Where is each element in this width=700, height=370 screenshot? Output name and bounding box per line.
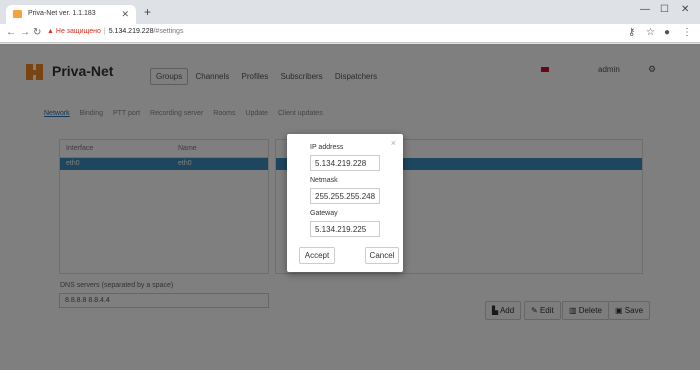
address-bar: ← → ↻ ▲ Не защищено | 5.134.219.228/#setti… xyxy=(0,24,700,43)
url-path: /#settings xyxy=(153,28,184,35)
ip-address-input[interactable]: 5.134.219.228 xyxy=(310,155,380,171)
back-icon[interactable]: ← xyxy=(6,27,16,38)
profile-icon[interactable]: ● xyxy=(664,27,670,38)
gateway-label: Gateway xyxy=(310,210,338,217)
key-icon[interactable]: ⚷ xyxy=(628,27,635,38)
priva-net-favicon-icon xyxy=(13,10,22,18)
gateway-input[interactable]: 5.134.219.225 xyxy=(310,221,380,237)
tab-title: Priva-Net ver. 1.1.183 xyxy=(28,10,96,17)
close-tab-icon[interactable]: ✕ xyxy=(121,9,129,20)
minimize-icon[interactable]: — xyxy=(640,4,650,15)
netmask-input[interactable]: 255.255.255.248 xyxy=(310,188,380,204)
warning-icon: ▲ xyxy=(47,28,54,35)
forward-icon[interactable]: → xyxy=(20,27,30,38)
menu-icon[interactable]: ⋮ xyxy=(682,27,692,38)
url-field[interactable]: ▲ Не защищено | 5.134.219.228/#settings xyxy=(47,28,183,35)
maximize-icon[interactable]: ☐ xyxy=(660,4,669,15)
cancel-button[interactable]: Cancel xyxy=(365,247,399,264)
url-separator: | xyxy=(103,28,106,35)
reload-icon[interactable]: ↻ xyxy=(33,27,41,38)
url-host: 5.134.219.228 xyxy=(108,28,154,35)
close-dialog-icon[interactable]: × xyxy=(391,138,396,148)
browser-tab[interactable]: Priva-Net ver. 1.1.183 ✕ xyxy=(6,5,136,24)
new-tab-button[interactable]: + xyxy=(144,5,151,19)
ip-settings-dialog: × IP address 5.134.219.228 Netmask 255.2… xyxy=(287,134,403,272)
close-window-icon[interactable]: ✕ xyxy=(681,4,689,15)
star-icon[interactable]: ☆ xyxy=(646,27,655,38)
security-warning: Не защищено xyxy=(55,28,101,35)
browser-tabstrip: Priva-Net ver. 1.1.183 ✕ + — ☐ ✕ xyxy=(0,0,700,24)
accept-button[interactable]: Accept xyxy=(299,247,335,264)
netmask-label: Netmask xyxy=(310,177,338,184)
ip-address-label: IP address xyxy=(310,144,344,151)
